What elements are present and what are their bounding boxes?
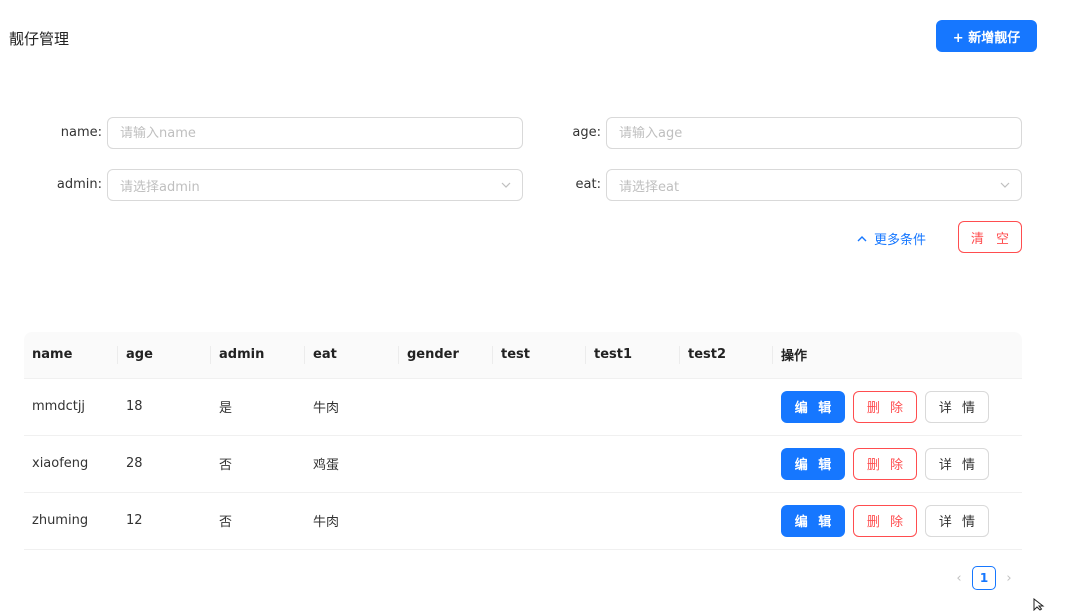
column-header: age	[118, 332, 211, 379]
column-header: admin	[211, 332, 305, 379]
data-table: name age admin eat gender test test1 tes…	[24, 332, 1022, 550]
eat-select[interactable]: 请选择eat	[606, 169, 1022, 201]
mouse-cursor-icon	[1033, 598, 1045, 611]
edit-button[interactable]: 编 辑	[781, 447, 845, 480]
table-header-row: name age admin eat gender test test1 tes…	[24, 332, 1022, 379]
name-field	[107, 117, 523, 149]
column-header: test2	[680, 332, 773, 379]
more-conditions-label: 更多条件	[874, 233, 927, 248]
cell-eat: 牛肉	[305, 492, 399, 550]
cell-eat: 牛肉	[305, 378, 399, 436]
edit-button[interactable]: 编 辑	[781, 504, 845, 537]
delete-button[interactable]: 删 除	[853, 447, 917, 480]
table-row: zhuming 12 否 牛肉 编 辑 删 除 详 情	[24, 492, 1022, 550]
cell-test2	[680, 378, 773, 436]
prev-page-icon[interactable]: ‹	[952, 567, 966, 589]
cell-test1	[586, 492, 680, 550]
column-header: test1	[586, 332, 680, 379]
cell-actions: 编 辑 删 除 详 情	[773, 378, 1022, 436]
age-label: age:	[572, 125, 601, 140]
cell-age: 12	[118, 492, 211, 550]
age-field	[606, 117, 1022, 149]
column-header: test	[493, 332, 586, 379]
column-header: eat	[305, 332, 399, 379]
age-input[interactable]	[619, 125, 1021, 141]
cell-test	[493, 435, 586, 493]
clear-button[interactable]: 清 空	[958, 221, 1022, 253]
delete-button[interactable]: 删 除	[853, 390, 917, 423]
cell-name: mmdctjj	[24, 378, 118, 436]
cell-name: xiaofeng	[24, 435, 118, 493]
cell-actions: 编 辑 删 除 详 情	[773, 492, 1022, 550]
page-title: 靓仔管理	[9, 30, 70, 48]
cell-name: zhuming	[24, 492, 118, 550]
pagination: ‹ 1 ›	[952, 566, 1016, 590]
column-header: 操作	[773, 332, 1022, 379]
edit-button[interactable]: 编 辑	[781, 390, 845, 423]
more-conditions-toggle[interactable]: 更多条件	[856, 229, 926, 248]
cell-test2	[680, 435, 773, 493]
chevron-down-icon	[501, 182, 511, 188]
cell-gender	[399, 378, 493, 436]
cell-test	[493, 492, 586, 550]
cell-eat: 鸡蛋	[305, 435, 399, 493]
cell-test	[493, 378, 586, 436]
cell-age: 28	[118, 435, 211, 493]
cell-admin: 否	[211, 435, 305, 493]
cell-gender	[399, 492, 493, 550]
chevron-down-icon	[1000, 182, 1010, 188]
cell-test1	[586, 435, 680, 493]
cell-age: 18	[118, 378, 211, 436]
admin-select[interactable]: 请选择admin	[107, 169, 523, 201]
column-header: gender	[399, 332, 493, 379]
column-header: name	[24, 332, 118, 379]
chevron-up-icon	[857, 235, 867, 241]
cell-admin: 否	[211, 492, 305, 550]
add-item-button[interactable]: + 新增靓仔	[936, 20, 1037, 52]
name-label: name:	[60, 125, 102, 140]
delete-button[interactable]: 删 除	[853, 504, 917, 537]
table-row: mmdctjj 18 是 牛肉 编 辑 删 除 详 情	[24, 378, 1022, 436]
admin-select-placeholder: 请选择admin	[120, 179, 200, 195]
cell-admin: 是	[211, 378, 305, 436]
name-input[interactable]	[120, 125, 522, 141]
eat-label: eat:	[575, 177, 601, 192]
eat-select-placeholder: 请选择eat	[619, 179, 680, 195]
detail-button[interactable]: 详 情	[925, 504, 989, 537]
table-row: xiaofeng 28 否 鸡蛋 编 辑 删 除 详 情	[24, 435, 1022, 493]
cell-actions: 编 辑 删 除 详 情	[773, 435, 1022, 493]
cell-test1	[586, 378, 680, 436]
cell-test2	[680, 492, 773, 550]
admin-label: admin:	[56, 177, 102, 192]
detail-button[interactable]: 详 情	[925, 390, 989, 423]
detail-button[interactable]: 详 情	[925, 447, 989, 480]
page-number-current[interactable]: 1	[972, 566, 996, 590]
cell-gender	[399, 435, 493, 493]
next-page-icon[interactable]: ›	[1002, 567, 1016, 589]
